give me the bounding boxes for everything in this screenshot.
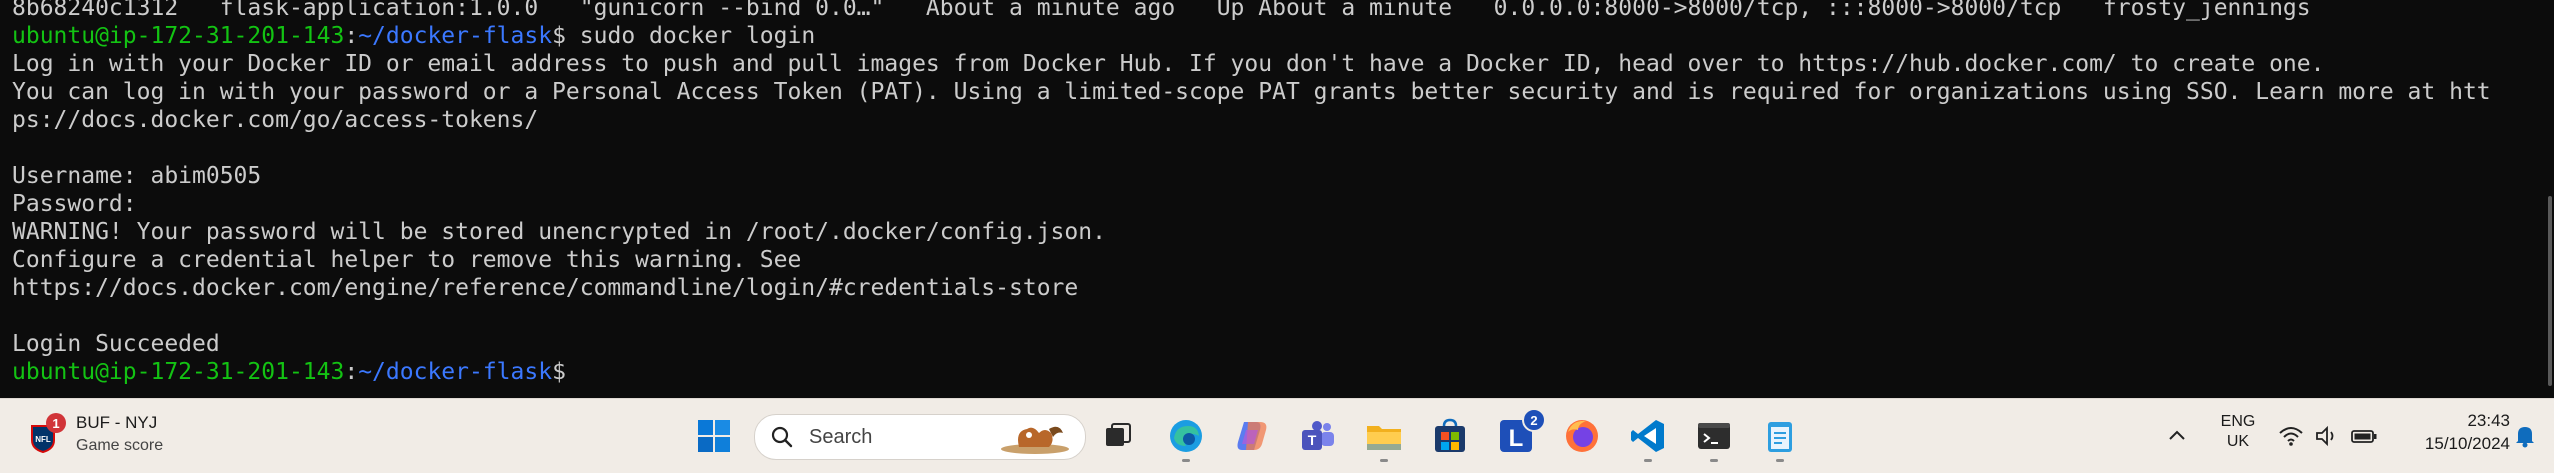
prompt-separator: : [344, 23, 359, 49]
sports-widget[interactable]: NFL 1 BUF - NYJ Game score [20, 409, 190, 463]
svg-text:NFL: NFL [35, 435, 51, 444]
task-view-button[interactable] [1098, 416, 1138, 456]
terminal-prompt-line: ubuntu@ip-172-31-201-143:~/docker-flask$… [12, 22, 815, 50]
wifi-icon [2279, 427, 2303, 446]
volume-icon [2316, 425, 2334, 447]
task-view-icon [1106, 423, 1131, 446]
svg-text:T: T [1308, 432, 1317, 448]
vscode-icon [1631, 420, 1664, 452]
notepad-icon [1768, 422, 1792, 452]
taskbar: NFL 1 BUF - NYJ Game score Search T L 2 … [0, 398, 2554, 473]
terminal-scrollbar[interactable] [2548, 196, 2552, 386]
clock[interactable]: 23:43 15/10/2024 [2400, 411, 2510, 461]
terminal-line: 8b68240c1312 flask-application:1.0.0 "gu… [12, 0, 2311, 21]
prompt-command: $ [552, 359, 566, 385]
keyboard-layout: UK [2226, 433, 2250, 450]
notepad-button[interactable] [1760, 416, 1800, 462]
terminal-line: You can log in with your password or a P… [12, 79, 2491, 105]
widget-title: BUF - NYJ [76, 413, 158, 432]
widget-subtitle: Game score [76, 437, 164, 454]
search-highlight-icon [999, 419, 1071, 455]
clock-date: 15/10/2024 [2424, 434, 2510, 453]
prompt-user-host: ubuntu@ip-172-31-201-143 [12, 23, 345, 49]
quick-settings-button[interactable] [2278, 419, 2388, 453]
terminal-line: Password: [12, 191, 137, 217]
terminal-icon [1698, 423, 1730, 449]
teams-icon: T [1302, 421, 1334, 450]
terminal-button[interactable] [1694, 416, 1734, 462]
running-indicator [1776, 459, 1784, 462]
widget-badge: 1 [46, 413, 66, 433]
running-indicator [1710, 459, 1718, 462]
language-indicator[interactable]: ENG UK [2210, 413, 2266, 459]
svg-text:L: L [1509, 425, 1524, 452]
microsoft-store-button[interactable] [1430, 416, 1470, 456]
store-icon [1435, 418, 1465, 452]
terminal-line: Log in with your Docker ID or email addr… [12, 51, 2325, 77]
running-indicator [1182, 459, 1190, 462]
prompt-path: ~/docker-flask [358, 359, 553, 385]
language-code: ENG [2220, 413, 2256, 430]
teams-button[interactable]: T [1298, 416, 1338, 456]
file-explorer-button[interactable] [1364, 416, 1404, 462]
windows-logo-icon [698, 420, 730, 452]
battery-icon [2351, 430, 2377, 443]
terminal-window[interactable]: 8b68240c1312 flask-application:1.0.0 "gu… [0, 0, 2554, 398]
terminal-line: Login Succeeded [12, 331, 220, 357]
terminal-line: Username: abim0505 [12, 163, 262, 189]
edge-icon [1170, 420, 1202, 452]
show-hidden-icons-button[interactable] [2164, 423, 2190, 449]
search-placeholder: Search [809, 426, 873, 448]
copilot-icon [1237, 422, 1267, 450]
firefox-button[interactable] [1562, 416, 1602, 456]
prompt-command: $ sudo docker login [552, 23, 816, 49]
l-app-button[interactable]: L 2 [1496, 408, 1546, 456]
folder-icon [1367, 426, 1401, 450]
start-button[interactable] [694, 416, 734, 456]
running-indicator [1644, 459, 1652, 462]
prompt-path: ~/docker-flask [358, 23, 553, 49]
chevron-up-icon [2169, 430, 2185, 440]
terminal-line: https://docs.docker.com/engine/reference… [12, 275, 1079, 301]
l-app-badge: 2 [1522, 408, 1546, 432]
terminal-line: Configure a credential helper to remove … [12, 247, 802, 273]
running-indicator [1380, 459, 1388, 462]
taskbar-search-box[interactable]: Search [754, 414, 1086, 460]
prompt-separator: : [344, 359, 359, 385]
terminal-line: ps://docs.docker.com/go/access-tokens/ [12, 107, 539, 133]
search-icon [771, 426, 793, 448]
vscode-button[interactable] [1628, 416, 1668, 462]
prompt-user-host: ubuntu@ip-172-31-201-143 [12, 359, 345, 385]
firefox-icon [1566, 420, 1598, 452]
notifications-button[interactable] [2512, 423, 2538, 449]
copilot-button[interactable] [1232, 416, 1272, 456]
bell-icon [2516, 427, 2534, 448]
terminal-prompt-line: ubuntu@ip-172-31-201-143:~/docker-flask$ [12, 358, 566, 386]
clock-time: 23:43 [2467, 411, 2510, 430]
terminal-line: WARNING! Your password will be stored un… [12, 219, 1106, 245]
edge-button[interactable] [1166, 416, 1206, 462]
